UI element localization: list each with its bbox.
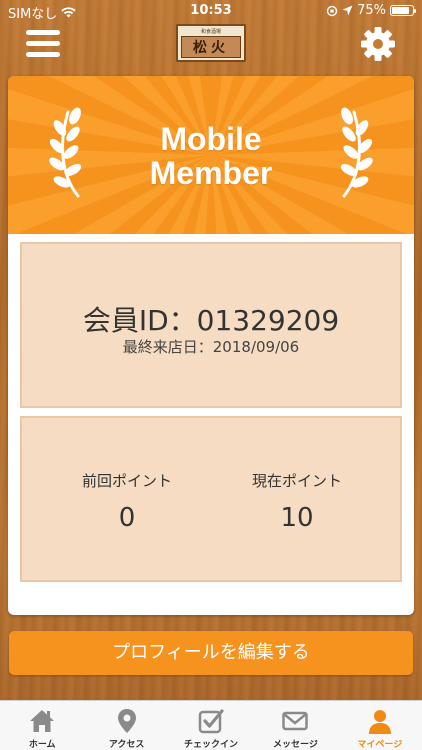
checkin-icon (198, 709, 224, 734)
current-points-label: 現在ポイント (251, 472, 342, 490)
tab-bar: ホーム アクセス チェックイン メッセージ マイページ (0, 700, 422, 750)
member-id-panel: 会員ID：01329209 最終来店日：2018/09/06 (20, 242, 402, 408)
member-banner: Mobile Member (8, 76, 414, 234)
home-icon (30, 710, 55, 732)
battery-percent: 75% (357, 3, 386, 18)
tab-access[interactable]: アクセス (84, 701, 168, 750)
gear-icon[interactable] (360, 26, 396, 62)
points-panel: 前回ポイント 0 現在ポイント 10 (20, 416, 402, 582)
previous-points-label: 前回ポイント (81, 472, 172, 490)
hamburger-icon-line (26, 41, 60, 46)
hamburger-icon-line (26, 52, 60, 57)
logo-text: 松火 (181, 36, 241, 58)
tab-mypage[interactable]: マイページ (338, 701, 422, 750)
tab-label: マイページ (357, 740, 403, 750)
tab-label: アクセス (108, 740, 145, 750)
tab-home[interactable]: ホーム (0, 701, 84, 750)
edit-profile-button[interactable]: プロフィールを編集する (9, 631, 413, 675)
laurel-right-icon (340, 107, 373, 198)
current-points: 現在ポイント 10 (202, 470, 392, 533)
hamburger-icon-line (26, 30, 60, 35)
previous-points-value: 0 (118, 503, 136, 533)
tab-message[interactable]: メッセージ (253, 701, 337, 750)
tab-label: チェックイン (184, 740, 239, 750)
user-icon (368, 710, 391, 734)
member-card: Mobile Member 会員ID：01329209 最終来店日：2018/0… (8, 76, 414, 615)
tab-checkin[interactable]: チェックイン (169, 701, 253, 750)
status-bar: SIMなし 10:53 75% (0, 0, 422, 22)
shop-logo: 和食酒場 松火 (176, 24, 246, 62)
member-id: 会員ID：01329209 (82, 304, 340, 337)
location-arrow-icon (342, 5, 353, 16)
tab-label: ホーム (28, 740, 56, 750)
status-right: 75% (326, 3, 416, 18)
nav-bar: 和食酒場 松火 (0, 22, 422, 66)
tab-label: メッセージ (273, 740, 318, 750)
previous-points: 前回ポイント 0 (32, 470, 222, 533)
logo-subtext: 和食酒場 (200, 29, 221, 35)
last-visit-date: 最終来店日：2018/09/06 (122, 338, 300, 356)
battery-icon (390, 5, 416, 16)
map-pin-icon (117, 709, 136, 733)
menu-button[interactable] (26, 30, 60, 58)
message-icon (282, 711, 309, 731)
rotation-lock-icon (326, 5, 338, 16)
current-points-value: 10 (280, 503, 314, 533)
